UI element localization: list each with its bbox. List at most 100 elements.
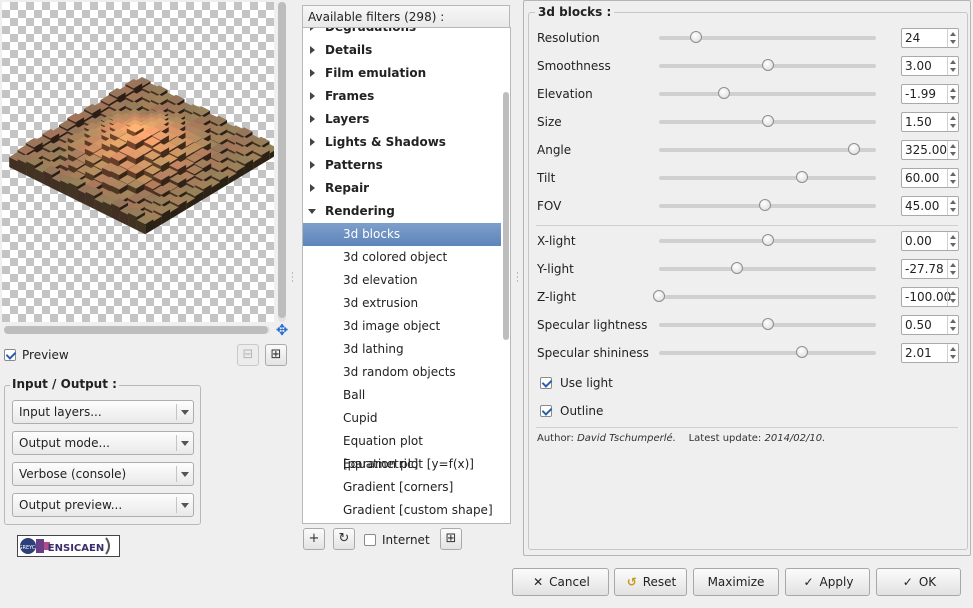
param-value-field[interactable]: 0.00 [901,231,959,251]
param-slider[interactable] [659,346,876,358]
preview-horizontal-scrollbar[interactable] [4,326,270,334]
spin-arrows-icon[interactable] [947,344,958,362]
collapsed-arrow-icon[interactable] [310,92,315,100]
add-fave-button[interactable]: + [303,528,325,550]
param-value-field[interactable]: -27.78 [901,259,959,279]
param-value-field[interactable]: -100.00 [901,287,959,307]
param-slider[interactable] [659,31,876,43]
param-value-field[interactable]: 3.00 [901,56,959,76]
slider-handle[interactable] [653,290,665,302]
slider-handle[interactable] [761,115,774,127]
param-value-field[interactable]: 1.50 [901,112,959,132]
collapsed-arrow-icon[interactable] [310,138,315,146]
param-value-field[interactable]: 325.00 [901,140,959,160]
param-value-field[interactable]: 2.01 [901,343,959,363]
filter-category[interactable]: Degradations [303,28,501,39]
spin-arrows-icon[interactable] [947,232,958,250]
collapsed-arrow-icon[interactable] [310,115,315,123]
preview-toggle[interactable]: Preview [4,346,69,362]
spin-arrows-icon[interactable] [947,141,958,159]
slider-handle[interactable] [689,31,702,43]
filter-category[interactable]: Lights & Shadows [303,131,501,154]
slider-handle[interactable] [761,234,774,246]
filter-category[interactable]: Patterns [303,154,501,177]
outline-checkbox[interactable] [540,404,552,417]
slider-handle[interactable] [761,59,774,71]
filter-item[interactable]: Cupid [303,407,501,430]
spin-arrows-icon[interactable] [947,316,958,334]
expanded-arrow-icon[interactable] [308,209,316,214]
param-slider[interactable] [659,59,876,71]
filter-category[interactable]: Repair [303,177,501,200]
filter-item[interactable]: Equation plot [parametric] [303,430,501,471]
reset-button[interactable]: ↺ Reset [614,568,687,596]
spin-arrows-icon[interactable] [947,113,958,131]
filter-category[interactable]: Details [303,39,501,62]
collapsed-arrow-icon[interactable] [310,28,315,31]
output-mode-select[interactable]: Output mode... [12,431,194,455]
filter-item[interactable]: 3d lathing [303,338,501,361]
filters-scrollbar[interactable] [502,27,511,524]
param-slider[interactable] [659,115,876,127]
splitter-handle[interactable]: · · · [516,270,520,287]
input-layers-select[interactable]: Input layers... [12,400,194,424]
filters-tree[interactable]: Degradations Details Film emulation Frames L… [302,27,502,524]
filter-item[interactable]: 3d blocks [303,223,501,246]
collapsed-arrow-icon[interactable] [310,161,315,169]
preview-canvas[interactable] [2,2,274,322]
param-value-field[interactable]: 24 [901,28,959,48]
scroll-thumb[interactable] [4,326,268,334]
filter-category[interactable]: Layers [303,108,501,131]
expand-button[interactable]: ⊞ [440,528,462,550]
output-preview-select[interactable]: Output preview... [12,493,194,517]
zoom-in-button[interactable]: ⊞ [265,344,287,366]
filter-item[interactable]: 3d elevation [303,269,501,292]
internet-checkbox[interactable] [364,533,376,546]
param-slider[interactable] [659,262,876,274]
param-slider[interactable] [659,318,876,330]
slider-handle[interactable] [718,87,731,99]
slider-handle[interactable] [731,262,744,274]
param-value-field[interactable]: -1.99 [901,84,959,104]
maximize-button[interactable]: Maximize [693,568,779,596]
scroll-thumb[interactable] [278,2,286,318]
filter-item[interactable]: 3d image object [303,315,501,338]
filter-category[interactable]: Frames [303,85,501,108]
use-light-checkbox[interactable] [540,376,552,389]
filter-category[interactable]: Rendering [303,200,501,223]
collapsed-arrow-icon[interactable] [310,46,315,54]
spin-arrows-icon[interactable] [947,85,958,103]
ensicaen-logo[interactable]: GREYC ENSICAEN [17,535,120,557]
spin-arrows-icon[interactable] [947,29,958,47]
refresh-filters-button[interactable]: ↻ [333,528,355,550]
spin-arrows-icon[interactable] [947,197,958,215]
filter-item[interactable]: Ball [303,384,501,407]
filter-item[interactable]: 3d colored object [303,246,501,269]
param-value-field[interactable]: 60.00 [901,168,959,188]
collapsed-arrow-icon[interactable] [310,69,315,77]
verbose-select[interactable]: Verbose (console) [12,462,194,486]
filter-item[interactable]: Equation plot [y=f(x)] [303,453,501,476]
filter-item[interactable]: 3d random objects [303,361,501,384]
spin-arrows-icon[interactable] [947,57,958,75]
apply-button[interactable]: ✓ Apply [785,568,870,596]
filter-item[interactable]: 3d extrusion [303,292,501,315]
collapsed-arrow-icon[interactable] [310,184,315,192]
param-slider[interactable] [659,199,876,211]
param-slider[interactable] [653,290,876,302]
filter-category[interactable]: Film emulation [303,62,501,85]
preview-checkbox[interactable] [4,348,16,361]
preview-vertical-scrollbar[interactable] [278,2,286,322]
param-slider[interactable] [659,143,876,155]
spin-arrows-icon[interactable] [947,260,958,278]
param-slider[interactable] [659,234,876,246]
param-value-field[interactable]: 45.00 [901,196,959,216]
param-slider[interactable] [659,171,876,183]
splitter-handle[interactable]: · · · [291,270,295,287]
outline-toggle[interactable]: Outline [540,401,603,419]
cancel-button[interactable]: ✕ Cancel [512,568,609,596]
slider-handle[interactable] [761,318,774,330]
ok-button[interactable]: ✓ OK [876,568,961,596]
param-slider[interactable] [659,87,876,99]
internet-toggle[interactable]: Internet [364,530,430,548]
